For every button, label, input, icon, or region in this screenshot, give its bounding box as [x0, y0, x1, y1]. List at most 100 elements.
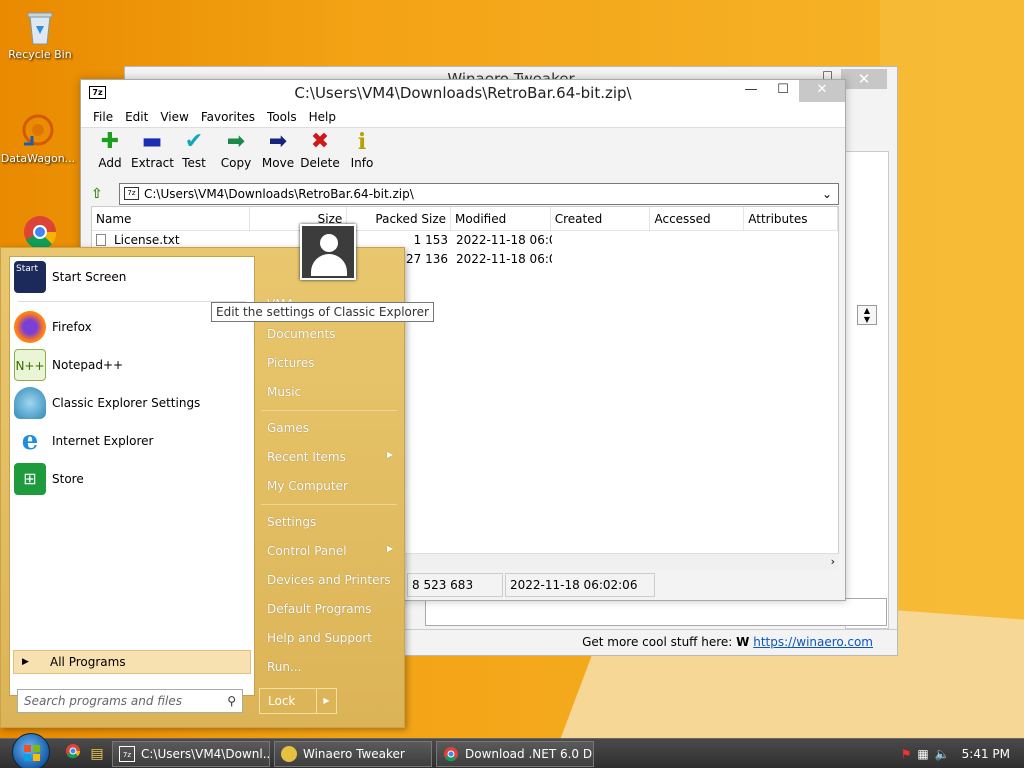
- taskbar-task-chrome[interactable]: Download .NET 6.0 D...: [436, 741, 594, 767]
- test-icon: ✔: [184, 129, 204, 154]
- menu-file[interactable]: File: [87, 106, 119, 127]
- search-placeholder: Search programs and files: [24, 694, 182, 708]
- place-pictures[interactable]: Pictures: [267, 356, 315, 370]
- start-item-notepadpp[interactable]: N++ Notepad++: [14, 347, 250, 383]
- menu-edit[interactable]: Edit: [119, 106, 154, 127]
- copy-button[interactable]: ➡ Copy: [215, 128, 257, 180]
- internet-explorer-icon: e: [21, 426, 39, 456]
- desktop-icon-datawagon[interactable]: DataWagon...: [0, 112, 76, 165]
- file-list-header: Name Size Packed Size Modified Created A…: [92, 207, 838, 231]
- classic-explorer-icon: [14, 387, 46, 419]
- start-item-label: Internet Explorer: [52, 434, 154, 448]
- taskbar: ▤ 7z C:\Users\VM4\Downl... Winaero Tweak…: [0, 733, 1024, 768]
- start-item-store[interactable]: ⊞ Store: [14, 461, 250, 497]
- maximize-button[interactable]: ☐: [767, 80, 799, 102]
- address-bar: ⇧ 7z C:\Users\VM4\Downloads\RetroBar.64-…: [81, 182, 845, 206]
- place-recent-items[interactable]: Recent Items ▶: [267, 450, 401, 464]
- winaero-spinner[interactable]: ▲ ▼: [857, 305, 877, 325]
- place-devices-printers[interactable]: Devices and Printers: [267, 573, 391, 587]
- winaero-bottom-box: [425, 598, 887, 626]
- place-music[interactable]: Music: [267, 385, 301, 399]
- address-input[interactable]: 7z C:\Users\VM4\Downloads\RetroBar.64-bi…: [119, 183, 839, 205]
- search-input[interactable]: Search programs and files ⚲: [17, 689, 243, 713]
- place-settings[interactable]: Settings: [267, 515, 316, 529]
- recycle-bin-icon: [22, 8, 58, 46]
- up-folder-icon[interactable]: ⇧: [91, 186, 103, 202]
- 7zip-titlebar[interactable]: 7z C:\Users\VM4\Downloads\RetroBar.64-bi…: [81, 80, 845, 106]
- copy-icon: ➡: [226, 129, 246, 154]
- clock[interactable]: 5:41 PM: [962, 747, 1010, 761]
- menu-favorites[interactable]: Favorites: [195, 106, 261, 127]
- notepadpp-icon: N++: [14, 349, 46, 381]
- network-icon[interactable]: ▦: [917, 747, 928, 761]
- place-default-programs[interactable]: Default Programs: [267, 602, 372, 616]
- place-documents[interactable]: Documents: [267, 327, 335, 341]
- place-run[interactable]: Run...: [267, 660, 301, 674]
- column-created[interactable]: Created: [551, 207, 651, 230]
- user-avatar[interactable]: [300, 224, 356, 280]
- place-help-support[interactable]: Help and Support: [267, 631, 372, 645]
- lock-button[interactable]: Lock ▶: [259, 688, 337, 714]
- taskbar-task-7zip[interactable]: 7z C:\Users\VM4\Downl...: [112, 741, 270, 767]
- delete-label: Delete: [300, 156, 340, 170]
- taskbar-task-winaero[interactable]: Winaero Tweaker: [274, 741, 432, 767]
- info-button[interactable]: i Info: [341, 128, 383, 180]
- all-programs-button[interactable]: ▶ All Programs: [13, 650, 251, 674]
- menu-view[interactable]: View: [154, 106, 194, 127]
- quicklaunch-explorer-icon[interactable]: ▤: [86, 743, 108, 765]
- place-label: Recent Items: [267, 450, 346, 464]
- desktop-icon-recycle-bin[interactable]: Recycle Bin: [2, 8, 78, 61]
- divider: [261, 504, 397, 505]
- winaero-content-pane: [845, 151, 889, 629]
- datawagon-icon: [20, 112, 56, 150]
- start-item-start-screen[interactable]: Start Start Screen: [14, 259, 250, 295]
- column-attributes[interactable]: Attributes: [744, 207, 838, 230]
- action-center-flag-icon[interactable]: ⚑: [901, 747, 912, 761]
- triangle-right-icon[interactable]: ▶: [316, 689, 336, 713]
- add-button[interactable]: ✚ Add: [89, 128, 131, 180]
- info-label: Info: [350, 156, 374, 170]
- winaero-close-button[interactable]: ✕: [841, 69, 887, 89]
- start-item-classic-explorer[interactable]: Classic Explorer Settings: [14, 385, 250, 421]
- status-date: 2022-11-18 06:02:06: [505, 573, 655, 597]
- move-button[interactable]: ➡ Move: [257, 128, 299, 180]
- search-icon[interactable]: ⚲: [227, 690, 236, 712]
- task-label: Winaero Tweaker: [303, 747, 405, 761]
- column-modified[interactable]: Modified: [451, 207, 551, 230]
- chrome-icon: [443, 746, 459, 762]
- chevron-right-icon[interactable]: ›: [831, 555, 835, 568]
- chevron-down-icon[interactable]: ⌄: [822, 184, 832, 204]
- column-packed-size[interactable]: Packed Size: [347, 207, 452, 230]
- minimize-button[interactable]: —: [735, 80, 767, 102]
- status-size: 8 523 683: [407, 573, 503, 597]
- move-label: Move: [261, 156, 295, 170]
- triangle-right-icon: ▶: [387, 544, 394, 553]
- column-name[interactable]: Name: [92, 207, 250, 230]
- quicklaunch-chrome-icon[interactable]: [62, 743, 84, 765]
- triangle-right-icon: ▶: [22, 657, 29, 667]
- start-item-internet-explorer[interactable]: e Internet Explorer: [14, 423, 250, 459]
- start-button[interactable]: [12, 733, 50, 768]
- file-modified: 2022-11-18 06:02: [456, 252, 552, 266]
- column-accessed[interactable]: Accessed: [650, 207, 745, 230]
- start-item-label: Start Screen: [52, 270, 127, 284]
- info-icon: i: [357, 129, 367, 155]
- start-item-label: Store: [52, 472, 84, 486]
- task-label: C:\Users\VM4\Downl...: [141, 747, 270, 761]
- menu-tools[interactable]: Tools: [261, 106, 303, 127]
- volume-icon[interactable]: 🔈: [935, 747, 950, 761]
- delete-button[interactable]: ✖ Delete: [299, 128, 341, 180]
- test-button[interactable]: ✔ Test: [173, 128, 215, 180]
- close-button[interactable]: ✕: [799, 80, 845, 102]
- place-control-panel[interactable]: Control Panel ▶: [267, 544, 401, 558]
- desktop-icon-label: DataWagon...: [0, 152, 76, 165]
- place-my-computer[interactable]: My Computer: [267, 479, 348, 493]
- system-tray: ⚑ ▦ 🔈 5:41 PM: [901, 739, 1024, 768]
- menu-help[interactable]: Help: [303, 106, 342, 127]
- start-screen-icon: Start: [14, 261, 46, 293]
- place-games[interactable]: Games: [267, 421, 309, 435]
- text-file-icon: [96, 234, 106, 246]
- firefox-icon: [14, 311, 46, 343]
- extract-button[interactable]: ▬ Extract: [131, 128, 174, 180]
- winaero-link[interactable]: https://winaero.com: [753, 635, 873, 649]
